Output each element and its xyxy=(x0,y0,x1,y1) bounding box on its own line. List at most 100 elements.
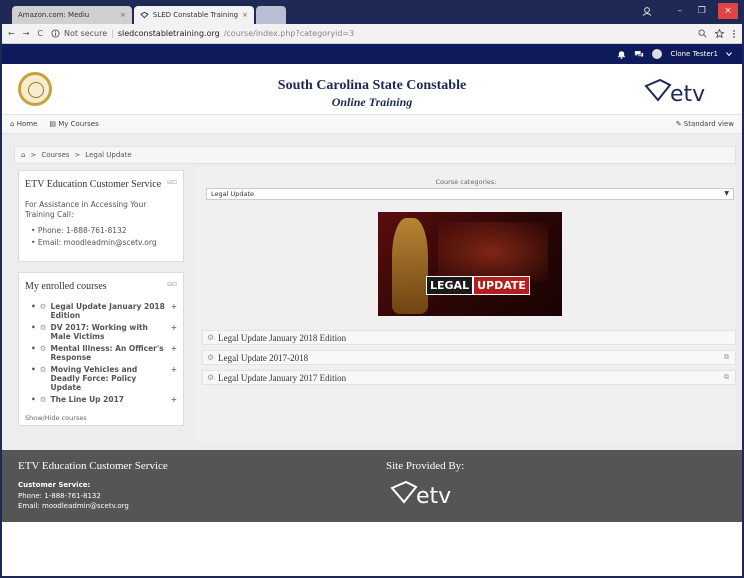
category-selected: Legal Update xyxy=(211,190,255,198)
user-menu[interactable]: Clone Tester1 xyxy=(670,50,718,58)
url-domain: sledconstabletraining.org xyxy=(117,29,220,38)
browser-tab-amazon[interactable]: Amazon.com: Mediu × xyxy=(12,6,132,24)
block-title: My enrolled courses xyxy=(25,281,107,292)
block-controls-icon[interactable]: ⊟⊡ xyxy=(167,179,177,190)
expand-icon[interactable]: + xyxy=(171,302,177,311)
etv-favicon-icon xyxy=(140,11,149,19)
standard-view-label: Standard view xyxy=(683,120,734,128)
site-top-bar: Clone Tester1 xyxy=(2,44,742,64)
service-email: Email: moodleadmin@scetv.org xyxy=(31,238,177,247)
category-select[interactable]: Legal Update ▼ xyxy=(206,188,734,200)
etv-logo-text: etv xyxy=(670,82,705,106)
enrolled-course-label: Moving Vehicles and Deadly Force: Policy… xyxy=(50,365,138,392)
enrolled-course-item[interactable]: ⚙The Line Up 2017 + xyxy=(31,395,177,404)
chevron-down-icon: ▼ xyxy=(724,190,729,197)
star-icon[interactable] xyxy=(715,29,724,38)
enrolled-course-item[interactable]: ⚙Mental Illness: An Officer's Response + xyxy=(31,344,177,362)
forward-button[interactable]: → xyxy=(23,29,30,38)
site-footer: ETV Education Customer Service Customer … xyxy=(2,450,742,522)
tab-label: SLED Constable Training xyxy=(152,11,239,19)
enrolled-course-label: Mental Illness: An Officer's Response xyxy=(50,344,164,362)
breadcrumb-courses[interactable]: Courses xyxy=(41,151,69,159)
service-phone: Phone: 1-888-761-8132 xyxy=(31,226,177,235)
course-row[interactable]: ⚙ Legal Update January 2017 Edition ⧉ xyxy=(202,370,736,385)
enrolled-courses-block: My enrolled courses ⊟⊡ ⚙ Legal Update Janu… xyxy=(18,272,184,426)
back-button[interactable]: ← xyxy=(8,29,15,38)
url-field[interactable]: Not secure | sledconstabletraining.org/c… xyxy=(51,29,690,38)
pencil-icon: ✎ xyxy=(675,120,682,128)
enrolled-course-label: Legal Update January 2018 Edition xyxy=(50,302,165,320)
banner-glow xyxy=(438,222,548,282)
reload-button[interactable]: C xyxy=(37,29,43,38)
course-info-icon[interactable]: ⧉ xyxy=(724,373,729,382)
course-link[interactable]: Legal Update January 2017 Edition xyxy=(218,373,346,383)
expand-icon[interactable]: + xyxy=(171,344,177,353)
enrolled-course-item[interactable]: ⚙Moving Vehicles and Deadly Force: Polic… xyxy=(31,365,177,392)
search-icon[interactable] xyxy=(698,29,707,38)
category-label: Course categories: xyxy=(435,178,497,186)
security-label: Not secure xyxy=(64,29,108,38)
page-bottom xyxy=(2,522,742,578)
chevron-down-icon[interactable] xyxy=(726,52,732,56)
nav-home[interactable]: ⌂ Home xyxy=(10,120,37,128)
enrolled-course-label: DV 2017: Working with Male Victims xyxy=(50,323,148,341)
tab-close-icon[interactable]: × xyxy=(120,11,126,19)
enrolled-course-item[interactable]: ⚙Legal Update January 2018 Edition + xyxy=(31,302,177,320)
avatar[interactable] xyxy=(652,49,663,59)
footer-site-by: Site Provided By: xyxy=(386,460,465,472)
main-nav: ⌂ Home ▤ My Courses ✎ Standard view xyxy=(2,114,742,134)
courses-icon: ▤ xyxy=(49,120,56,128)
site-header: South Carolina State Constable Online Tr… xyxy=(2,64,742,114)
profile-icon[interactable] xyxy=(642,6,652,16)
service-intro: For Assistance in Accessing Your Trainin… xyxy=(25,200,147,219)
breadcrumb-sep: > xyxy=(30,151,37,159)
browser-tab-sled[interactable]: SLED Constable Training × xyxy=(134,6,254,24)
address-bar-row: ← → C Not secure | sledconstabletraining… xyxy=(2,24,742,44)
footer-email[interactable]: Email: moodleadmin@scetv.org xyxy=(18,502,129,510)
menu-icon[interactable] xyxy=(732,29,736,39)
expand-icon[interactable]: + xyxy=(171,395,177,404)
notifications-icon[interactable] xyxy=(617,50,626,59)
footer-phone: Phone: 1-888-761-8132 xyxy=(18,492,101,500)
course-icon: ⚙ xyxy=(207,333,215,342)
breadcrumb-current[interactable]: Legal Update xyxy=(85,151,131,159)
info-icon[interactable] xyxy=(51,29,60,38)
course-info-icon[interactable]: ⧉ xyxy=(724,353,729,362)
url-path: /course/index.php?categoryid=3 xyxy=(223,29,355,38)
enrolled-course-item[interactable]: ⚙DV 2017: Working with Male Victims + xyxy=(31,323,177,341)
course-row[interactable]: ⚙ Legal Update 2017-2018 ⧉ xyxy=(202,350,736,365)
minimize-button[interactable]: – xyxy=(678,6,683,16)
course-icon: ⚙ xyxy=(207,353,215,362)
breadcrumb: ⌂ > Courses > Legal Update xyxy=(14,146,736,164)
site-title: South Carolina State Constable xyxy=(277,78,467,93)
show-hide-courses-link[interactable]: Show/Hide courses xyxy=(25,414,177,422)
course-icon: ⚙ xyxy=(207,373,215,382)
tab-label: Amazon.com: Mediu xyxy=(18,11,90,19)
footer-etv-logo-text: etv xyxy=(416,484,451,508)
footer-etv-logo[interactable]: etv xyxy=(388,478,468,508)
nav-home-label: Home xyxy=(16,120,38,128)
url-divider: | xyxy=(111,29,114,38)
new-tab-button[interactable] xyxy=(256,6,286,24)
expand-icon[interactable]: + xyxy=(171,365,177,374)
lady-justice-statue xyxy=(392,218,428,314)
standard-view-link[interactable]: ✎ Standard view xyxy=(676,120,734,128)
course-link[interactable]: Legal Update January 2018 Edition xyxy=(218,333,346,343)
browser-tab-bar: Amazon.com: Mediu × SLED Constable Train… xyxy=(2,0,742,24)
enrolled-course-label: The Line Up 2017 xyxy=(50,395,125,404)
tab-close-icon[interactable]: × xyxy=(242,11,248,19)
banner-label: LEGAL UPDATE xyxy=(426,276,530,295)
window-close-button[interactable]: × xyxy=(718,3,738,19)
block-title: ETV Education Customer Service xyxy=(25,179,162,190)
customer-service-block: ETV Education Customer Service ⊟⊡ For Ass… xyxy=(18,170,184,262)
course-row[interactable]: ⚙ Legal Update January 2018 Edition xyxy=(202,330,736,345)
nav-my-courses[interactable]: ▤ My Courses xyxy=(49,120,98,128)
block-controls-icon[interactable]: ⊟⊡ xyxy=(167,281,177,292)
etv-logo[interactable]: etv xyxy=(642,76,722,106)
breadcrumb-home-icon[interactable]: ⌂ xyxy=(21,151,25,159)
course-link[interactable]: Legal Update 2017-2018 xyxy=(218,353,308,363)
course-icon: ⚙ xyxy=(39,344,47,353)
messages-icon[interactable] xyxy=(634,50,644,59)
expand-icon[interactable]: + xyxy=(171,323,177,332)
restore-button[interactable]: ❐ xyxy=(698,6,706,16)
